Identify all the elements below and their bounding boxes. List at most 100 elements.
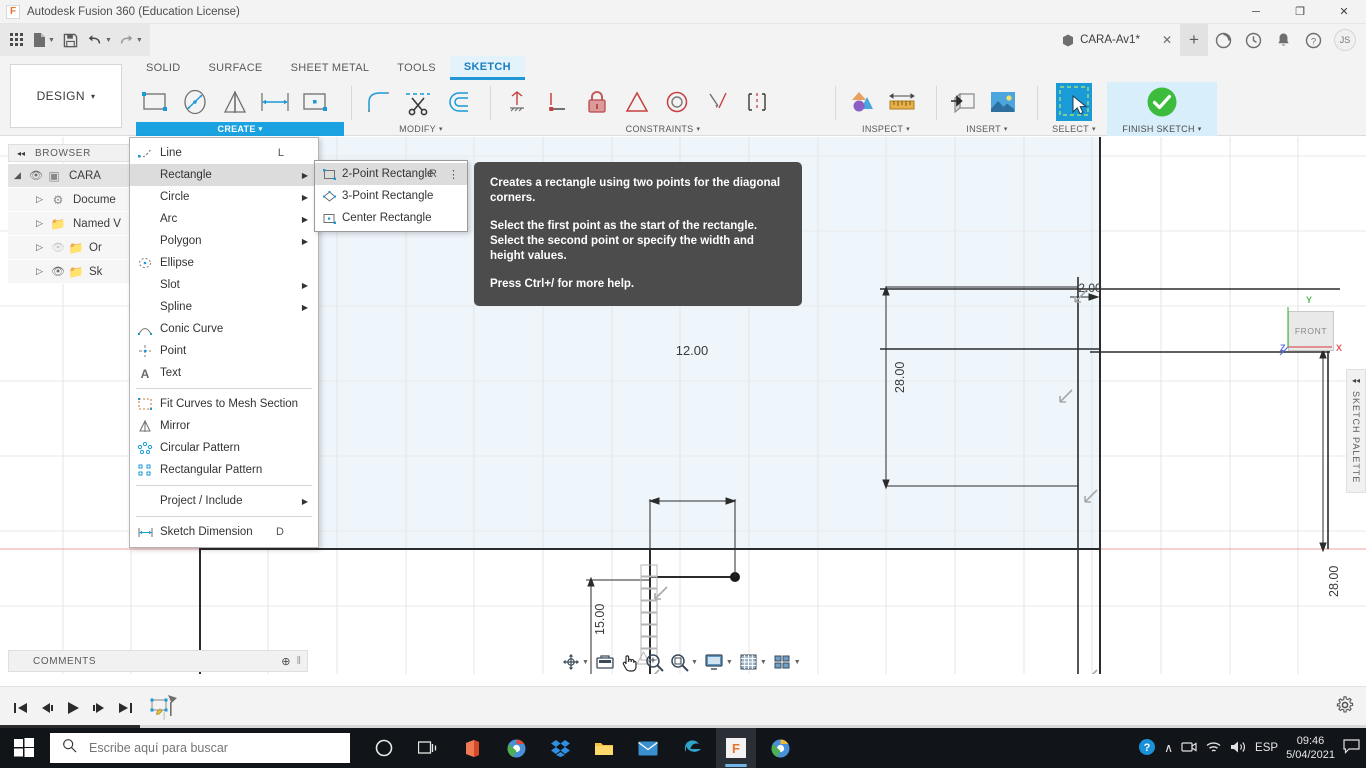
show-hidden-icons-chevron-icon[interactable]: ∧ <box>1164 741 1173 755</box>
edge-icon[interactable] <box>672 728 712 768</box>
grid-snaps-icon[interactable]: ▼ <box>737 651 769 673</box>
save-icon[interactable] <box>58 26 84 54</box>
resize-grip-icon[interactable]: ‖ <box>296 655 301 667</box>
ribbon-panel-create-title[interactable]: CREATE ▾ <box>136 122 344 136</box>
menu-item-text[interactable]: A Text <box>130 362 318 384</box>
viewports-icon[interactable]: ▼ <box>771 651 803 673</box>
dropbox-icon[interactable] <box>540 728 580 768</box>
user-avatar[interactable]: JS <box>1334 29 1356 51</box>
equal-triangle-constraint-icon[interactable] <box>618 83 656 121</box>
file-explorer-icon[interactable] <box>584 728 624 768</box>
document-tab-cara[interactable]: CARA-Av1* ✕ <box>1052 24 1180 56</box>
menu-item-rectangle[interactable]: Rectangle ▶ <box>130 164 318 186</box>
ribbon-tab-solid[interactable]: SOLID <box>132 56 195 80</box>
office-icon[interactable] <box>452 728 492 768</box>
ribbon-panel-finish-sketch-title[interactable]: FINISH SKETCH ▾ <box>1111 122 1213 136</box>
menu-item-fit-curves-to-mesh-section[interactable]: Fit Curves to Mesh Section <box>130 393 318 415</box>
menu-item-sketch-dimension[interactable]: Sketch Dimension D <box>130 521 318 543</box>
menu-item-point[interactable]: Point <box>130 340 318 362</box>
menu-item-line[interactable]: Line L <box>130 142 318 164</box>
menu-item-mirror[interactable]: Mirror <box>130 415 318 437</box>
select-window-icon[interactable] <box>1055 83 1093 121</box>
ellipse-icon[interactable] <box>176 83 214 121</box>
close-icon[interactable]: ✕ <box>1162 33 1172 47</box>
redo-icon[interactable]: ▼ <box>115 26 146 54</box>
offset-icon[interactable] <box>439 83 477 121</box>
ribbon-panel-select-title[interactable]: SELECT ▾ <box>1045 122 1103 136</box>
display-settings-icon[interactable]: ▼ <box>702 651 735 673</box>
workspace-switcher[interactable]: DESIGN ▾ <box>10 64 122 128</box>
camera-icon[interactable] <box>1181 740 1197 757</box>
maximize-button[interactable]: ❐ <box>1278 0 1322 24</box>
new-document-tab-button[interactable]: + <box>1180 24 1208 56</box>
insert-canvas-image-icon[interactable] <box>984 83 1022 121</box>
start-button[interactable] <box>0 728 48 768</box>
task-view-icon[interactable] <box>408 728 448 768</box>
chevron-down-icon[interactable]: ▼ <box>136 37 143 44</box>
wifi-icon[interactable] <box>1205 740 1222 757</box>
submenu-item-center-rectangle[interactable]: Center Rectangle <box>315 207 467 229</box>
notifications-bell-icon[interactable] <box>1268 24 1298 56</box>
visibility-eye-icon[interactable]: 👁 <box>27 169 45 182</box>
expander-icon[interactable]: ▷ <box>35 194 44 204</box>
sketch-dimension-icon[interactable] <box>256 83 294 121</box>
go-to-end-icon[interactable] <box>112 693 138 723</box>
expander-icon[interactable]: ◢ <box>13 170 22 180</box>
menu-item-rectangular-pattern[interactable]: Rectangular Pattern <box>130 459 318 481</box>
ribbon-tab-tools[interactable]: TOOLS <box>383 56 450 80</box>
concentric-constraint-icon[interactable] <box>658 83 696 121</box>
interference-icon[interactable] <box>843 83 881 121</box>
view-cube[interactable]: FRONT Y X Z <box>1279 295 1342 356</box>
chevron-down-icon[interactable]: ▼ <box>582 659 589 666</box>
trim-scissors-icon[interactable] <box>399 83 437 121</box>
search-input[interactable] <box>87 740 327 756</box>
help-icon[interactable]: ? <box>1298 24 1328 56</box>
app-grid-icon[interactable] <box>4 26 30 54</box>
rectangle-submenu[interactable]: 2-Point Rectangle R ⋮ 3-Point Rectangle … <box>314 160 468 232</box>
tangent-constraint-icon[interactable] <box>698 83 736 121</box>
ribbon-tab-sheet-metal[interactable]: SHEET METAL <box>277 56 384 80</box>
collapse-icon[interactable]: ◂◂ <box>1352 376 1360 385</box>
chevron-down-icon[interactable]: ▼ <box>726 659 733 666</box>
menu-item-arc[interactable]: Arc ▶ <box>130 208 318 230</box>
insert-derive-icon[interactable] <box>944 83 982 121</box>
menu-item-project-include[interactable]: Project / Include ▶ <box>130 490 318 512</box>
mail-icon[interactable] <box>628 728 668 768</box>
close-button[interactable]: ✕ <box>1322 0 1366 24</box>
new-document-icon[interactable]: ▼ <box>30 26 58 54</box>
collapse-icon[interactable]: ◂◂ <box>17 149 25 158</box>
sketch-palette-tab[interactable]: ◂◂ SKETCH PALETTE <box>1346 369 1366 493</box>
help-support-icon[interactable]: ? <box>1138 738 1156 759</box>
go-to-beginning-icon[interactable] <box>8 693 34 723</box>
menu-item-polygon[interactable]: Polygon ▶ <box>130 230 318 252</box>
center-rectangle-icon[interactable] <box>296 83 334 121</box>
menu-item-conic-curve[interactable]: Conic Curve <box>130 318 318 340</box>
recent-history-icon[interactable] <box>1238 24 1268 56</box>
play-icon[interactable] <box>60 693 86 723</box>
submenu-item-3-point-rectangle[interactable]: 3-Point Rectangle <box>315 185 467 207</box>
expander-icon[interactable]: ▷ <box>35 218 44 228</box>
ribbon-tab-surface[interactable]: SURFACE <box>195 56 277 80</box>
mirror-icon[interactable] <box>216 83 254 121</box>
overflow-menu-icon[interactable]: ⋮ <box>448 168 459 181</box>
menu-item-slot[interactable]: Slot ▶ <box>130 274 318 296</box>
horizontal-vertical-constraint-icon[interactable] <box>498 83 536 121</box>
minimize-button[interactable]: ─ <box>1234 0 1278 24</box>
menu-item-spline[interactable]: Spline ▶ <box>130 296 318 318</box>
chevron-down-icon[interactable]: ▼ <box>794 659 801 666</box>
notification-center-icon[interactable] <box>1343 739 1360 757</box>
finish-sketch-check-icon[interactable] <box>1143 83 1181 121</box>
visibility-eye-off-icon[interactable]: 👁 <box>49 241 67 254</box>
zoom-icon[interactable] <box>643 651 666 673</box>
menu-item-circular-pattern[interactable]: Circular Pattern <box>130 437 318 459</box>
step-back-icon[interactable] <box>34 693 60 723</box>
chevron-down-icon[interactable]: ▼ <box>691 659 698 666</box>
step-forward-icon[interactable] <box>86 693 112 723</box>
chevron-down-icon[interactable]: ▼ <box>48 37 55 44</box>
two-point-rectangle-icon[interactable] <box>136 83 174 121</box>
orbit-icon[interactable]: ▼ <box>560 651 591 673</box>
ribbon-panel-insert-title[interactable]: INSERT ▾ <box>944 122 1030 136</box>
ribbon-panel-constraints-title[interactable]: CONSTRAINTS ▾ <box>498 122 828 136</box>
ribbon-tab-sketch[interactable]: SKETCH <box>449 56 525 80</box>
add-comment-icon[interactable]: ⊕ <box>281 655 290 668</box>
